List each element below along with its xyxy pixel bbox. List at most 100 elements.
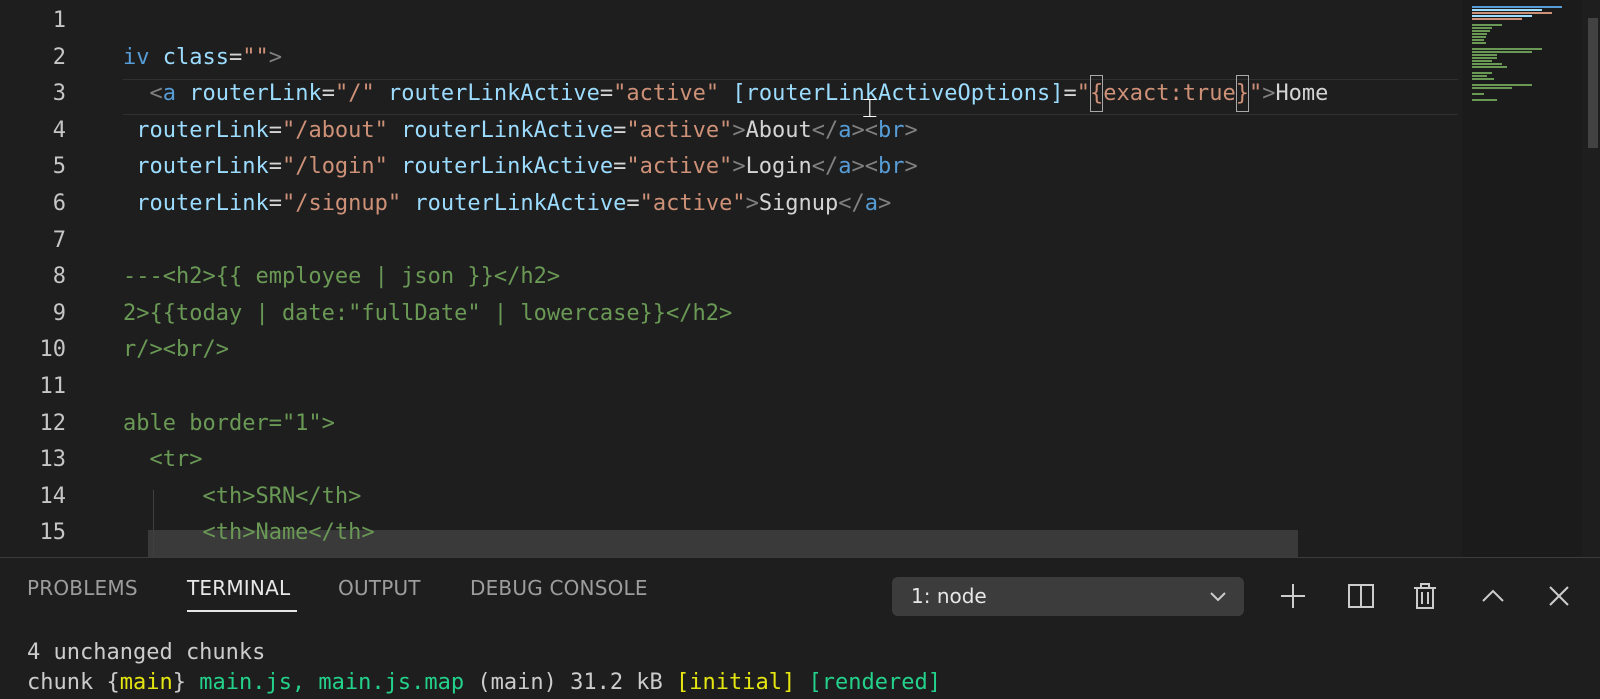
code-token: < (123, 81, 163, 107)
tab-terminal[interactable]: TERMINAL (187, 576, 290, 600)
terminal-token: (main) 31.2 kB (464, 670, 677, 695)
line-number: 10 (39, 337, 67, 363)
code-token: Login (745, 154, 812, 180)
code-line[interactable]: ---<h2>{{ employee | json }}</h2> (123, 258, 560, 295)
code-token: a (162, 81, 176, 107)
code-area[interactable]: iv class=""> <a routerLink="/" routerLin… (123, 0, 1458, 557)
tab-output[interactable]: OUTPUT (338, 576, 421, 600)
minimap-line (1472, 60, 1492, 62)
close-icon[interactable] (1541, 578, 1577, 614)
tab-problems[interactable]: PROBLEMS (27, 576, 138, 600)
split-icon[interactable] (1343, 578, 1379, 614)
minimap-line (1472, 66, 1507, 68)
code-token: "active" (613, 81, 720, 107)
minimap-line (1472, 42, 1486, 44)
line-number: 6 (52, 191, 66, 216)
terminal-token: chunk (27, 670, 107, 695)
code-editor[interactable]: 1 2 3 4 5 6 7 8 9 10 11 12 13 14 15 iv class=""> <a ro… (0, 0, 1600, 557)
minimap-line (1472, 12, 1552, 14)
editor-scrollbar[interactable] (1586, 0, 1600, 557)
code-token: = (321, 81, 335, 107)
code-token: > (745, 191, 759, 216)
code-line[interactable]: 2>{{today | date:"fullDate" | lowercase}… (123, 295, 732, 332)
code-line[interactable]: <a routerLink="/" routerLinkActive="acti… (123, 75, 1328, 113)
code-token: routerLink (189, 81, 322, 107)
code-token: "/login" (281, 154, 388, 180)
line-number: 1 (52, 8, 66, 33)
minimap-line (1472, 57, 1497, 59)
minimap[interactable] (1462, 0, 1582, 557)
code-line[interactable]: routerLink="/login" routerLinkActive="ac… (123, 148, 918, 185)
line-number: 2 (52, 44, 66, 70)
line-number: 11 (39, 374, 67, 399)
trash-icon[interactable] (1407, 578, 1443, 614)
line-number: 14 (39, 483, 67, 509)
bottom-panel: PROBLEMS TERMINAL OUTPUT DEBUG CONSOLE 1… (0, 557, 1600, 699)
terminal-output[interactable]: 4 unchanged chunks chunk {main} main.js, … (27, 638, 1587, 698)
code-line[interactable]: r/><br/> (123, 331, 229, 368)
minimap-line (1472, 51, 1532, 53)
minimap-line (1472, 39, 1484, 41)
code-token: class (162, 44, 229, 70)
code-token: > (904, 154, 918, 180)
vscode-window: 1 2 3 4 5 6 7 8 9 10 11 12 13 14 15 iv class=""> <a ro… (0, 0, 1600, 699)
code-token: = (626, 191, 640, 216)
code-token: About (745, 117, 812, 143)
minimap-line (1472, 30, 1490, 32)
code-token: routerLinkActive (387, 81, 600, 107)
line-number: 8 (52, 264, 66, 290)
code-line[interactable]: <tr> (123, 441, 202, 478)
code-token: <th>Name</th> (123, 520, 375, 546)
minimap-line (1472, 93, 1484, 95)
code-token: "active" (639, 191, 746, 216)
code-token: > (1262, 81, 1276, 107)
code-line[interactable]: <th>SRN</th> (123, 478, 361, 515)
minimap-line (1472, 87, 1512, 89)
code-token: br (878, 117, 905, 143)
terminal-token: } (172, 670, 186, 695)
code-token: " (1248, 81, 1263, 107)
minimap-line (1472, 6, 1562, 8)
line-number: 15 (39, 520, 67, 546)
code-token: = (613, 117, 627, 143)
code-token: = (613, 154, 627, 180)
code-token: routerLink (136, 117, 269, 143)
scrollbar-thumb[interactable] (1588, 18, 1598, 148)
code-token: >< (851, 154, 879, 180)
chevron-up-icon[interactable] (1475, 578, 1511, 614)
code-token: routerLinkActive (401, 154, 614, 180)
minimap-line (1472, 33, 1487, 35)
minimap-line (1472, 84, 1532, 86)
code-token: { (1089, 75, 1104, 113)
code-line[interactable]: routerLink="/about" routerLinkActive="ac… (123, 112, 918, 149)
minimap-line (1472, 63, 1502, 65)
minimap-line (1472, 54, 1497, 56)
code-token: > (732, 154, 746, 180)
code-token: > (904, 117, 918, 143)
code-token: = (228, 44, 243, 70)
code-line[interactable]: <th>Name</th> (123, 514, 375, 551)
terminal-select[interactable]: 1: node (892, 577, 1244, 616)
plus-icon[interactable] (1275, 578, 1311, 614)
line-number: 13 (39, 447, 67, 473)
code-line[interactable]: iv class=""> (123, 39, 282, 76)
active-tab-indicator (187, 610, 297, 612)
code-token: = (1063, 81, 1077, 107)
code-token: Signup (758, 191, 839, 216)
code-line[interactable]: able border="1"> (123, 405, 335, 442)
code-token: "/about" (281, 117, 388, 143)
code-token: </ (838, 191, 865, 216)
code-line[interactable]: routerLink="/signup" routerLinkActive="a… (123, 185, 891, 222)
code-token: routerLink (136, 191, 269, 216)
code-token: routerLinkActive (401, 117, 614, 143)
tab-debug-console[interactable]: DEBUG CONSOLE (470, 576, 648, 600)
code-token: 2>{{today | date:"fullDate" | lowercase}… (123, 300, 733, 326)
code-token: > (878, 191, 892, 216)
